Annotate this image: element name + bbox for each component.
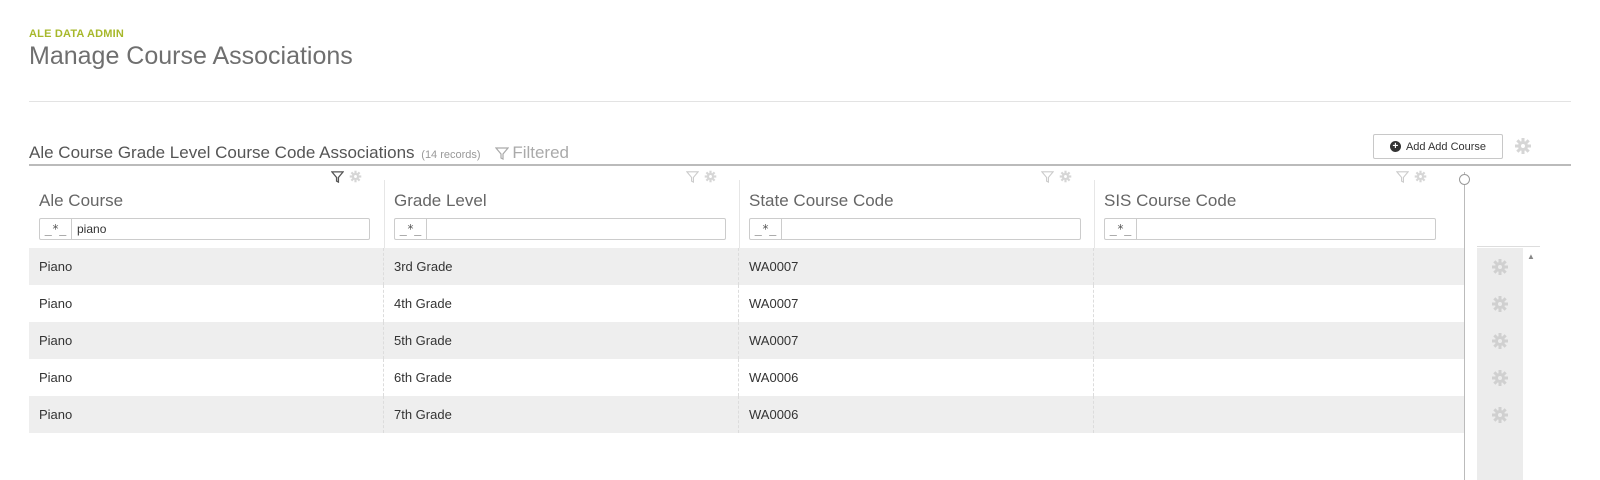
gear-icon[interactable] <box>704 170 717 183</box>
cell-sis-course-code <box>1094 285 1464 322</box>
cell-ale-course: Piano <box>29 396 384 433</box>
funnel-icon <box>495 147 510 160</box>
plus-circle-icon: + <box>1389 141 1401 152</box>
cell-ale-course: Piano <box>29 359 384 396</box>
row-settings-button[interactable] <box>1477 359 1523 396</box>
cell-sis-course-code <box>1094 359 1464 396</box>
row-settings-button[interactable] <box>1477 285 1523 322</box>
cell-state-course-code: WA0007 <box>739 285 1094 322</box>
column-header-grade-level: Grade Level _*_ <box>384 168 739 248</box>
filtered-label: Filtered <box>512 143 569 162</box>
action-header-divider <box>1477 246 1540 247</box>
record-count: (14 records) <box>421 149 481 161</box>
grid-top-border <box>29 164 1571 166</box>
cell-grade-level: 4th Grade <box>384 285 739 322</box>
table-row[interactable]: Piano 6th Grade WA0006 <box>29 359 1464 396</box>
gear-icon[interactable] <box>349 170 362 183</box>
cell-sis-course-code <box>1094 322 1464 359</box>
table-row[interactable]: Piano 3rd Grade WA0007 <box>29 248 1464 285</box>
grade-level-filter-input[interactable]: _*_ <box>394 218 726 240</box>
column-label: State Course Code <box>749 191 894 210</box>
cell-ale-course: Piano <box>29 322 384 359</box>
ale-course-filter-input[interactable]: _*_ piano <box>39 218 370 240</box>
column-header-sis-course-code: SIS Course Code _*_ <box>1094 168 1449 248</box>
add-course-button-label: Add Add Course <box>1405 140 1487 153</box>
cell-grade-level: 3rd Grade <box>384 248 739 285</box>
column-header-ale-course: Ale Course _*_ piano <box>29 168 384 248</box>
column-header-state-course-code: State Course Code _*_ <box>739 168 1094 248</box>
regex-toggle[interactable]: _*_ <box>750 219 782 239</box>
cell-grade-level: 6th Grade <box>384 359 739 396</box>
app-section-label: ALE DATA ADMIN <box>29 28 125 40</box>
funnel-icon[interactable] <box>686 170 699 183</box>
regex-toggle[interactable]: _*_ <box>1105 219 1137 239</box>
row-settings-button[interactable] <box>1477 396 1523 433</box>
table-row[interactable]: Piano 5th Grade WA0007 <box>29 322 1464 359</box>
gear-icon <box>1492 406 1508 423</box>
column-divider <box>1094 180 1095 248</box>
gear-icon[interactable] <box>1514 137 1532 160</box>
column-label: SIS Course Code <box>1104 191 1237 210</box>
sis-course-code-filter-input[interactable]: _*_ <box>1104 218 1436 240</box>
gear-icon <box>1492 295 1508 312</box>
gear-icon <box>1492 369 1508 386</box>
cell-state-course-code: WA0006 <box>739 359 1094 396</box>
gear-icon <box>1492 332 1508 349</box>
grid-title: Ale Course Grade Level Course Code Assoc… <box>29 143 569 163</box>
regex-toggle[interactable]: _*_ <box>395 219 427 239</box>
gear-icon[interactable] <box>1414 170 1427 183</box>
column-label: Grade Level <box>394 191 487 210</box>
funnel-icon[interactable] <box>1396 170 1409 183</box>
cell-state-course-code: WA0007 <box>739 248 1094 285</box>
column-divider <box>739 180 740 248</box>
scroll-up-arrow-icon[interactable]: ▲ <box>1527 252 1535 261</box>
cell-state-course-code: WA0007 <box>739 322 1094 359</box>
row-settings-button[interactable] <box>1477 322 1523 359</box>
column-resize-knob[interactable] <box>1459 174 1470 185</box>
cell-sis-course-code <box>1094 396 1464 433</box>
page-header: ALE DATA ADMIN Manage Course Association… <box>29 28 353 71</box>
cell-ale-course: Piano <box>29 248 384 285</box>
add-course-button[interactable]: + Add Add Course <box>1373 134 1503 159</box>
column-divider <box>384 180 385 248</box>
cell-grade-level: 7th Grade <box>384 396 739 433</box>
column-label: Ale Course <box>39 191 124 210</box>
row-settings-button[interactable] <box>1477 248 1523 285</box>
table-row[interactable]: Piano 4th Grade WA0007 <box>29 285 1464 322</box>
gear-icon[interactable] <box>1059 170 1072 183</box>
page-title: Manage Course Associations <box>29 42 353 70</box>
cell-state-course-code: WA0006 <box>739 396 1094 433</box>
cell-grade-level: 5th Grade <box>384 322 739 359</box>
regex-toggle[interactable]: _*_ <box>40 219 72 239</box>
cell-sis-course-code <box>1094 248 1464 285</box>
state-course-code-filter-input[interactable]: _*_ <box>749 218 1081 240</box>
grid-title-text: Ale Course Grade Level Course Code Assoc… <box>29 143 415 162</box>
gear-icon <box>1492 258 1508 275</box>
funnel-icon[interactable] <box>331 170 344 183</box>
column-resize-handle[interactable] <box>1464 172 1465 480</box>
filter-value: piano <box>77 222 107 236</box>
table-body: Piano 3rd Grade WA0007 Piano 4th Grade W… <box>29 248 1464 433</box>
funnel-icon[interactable] <box>1041 170 1054 183</box>
filtered-indicator[interactable]: Filtered <box>495 143 569 162</box>
cell-ale-course: Piano <box>29 285 384 322</box>
table-row[interactable]: Piano 7th Grade WA0006 <box>29 396 1464 433</box>
header-divider <box>29 101 1571 102</box>
